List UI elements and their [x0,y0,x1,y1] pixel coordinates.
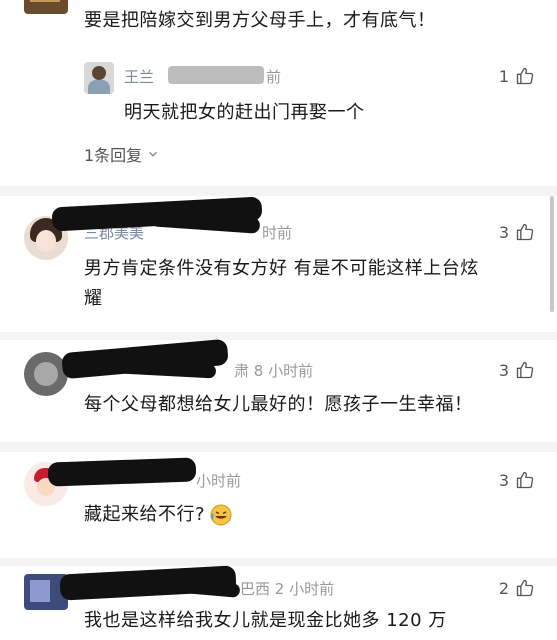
redaction-mark [168,66,264,84]
avatar-art [30,580,50,602]
thumbs-up-icon [516,579,534,597]
comment-time: 巴西 2 小时前 [240,580,335,598]
comment-like-button[interactable]: 2 [499,578,535,598]
avatar-body [88,80,110,94]
view-replies-toggle[interactable]: 1条回复 [84,142,160,166]
like-count: 3 [498,360,509,380]
reply-username[interactable]: 王兰 [124,66,154,87]
comment-like-button[interactable]: 3 [499,470,535,490]
comment-card-top: 要是把陪嫁交到男方父母手上，才有底气！ 王兰 前 1 明天就把女的赶出门再娶一个… [0,0,557,186]
reply-avatar[interactable] [84,62,114,94]
comment-card-1: 三郡美美 时前 3 男方肯定条件没有女方好 有是不可能这样上台炫 耀 [0,196,557,332]
comment-card-3: 小时前 3 藏起来给不行? [0,452,557,558]
avatar-art [34,362,58,386]
laughing-emoji-icon [210,504,232,526]
like-count: 3 [498,470,509,490]
comment-text: 我也是这样给我女儿就是现金比她多 120 万 [84,610,447,631]
avatar-head [92,66,106,80]
like-count: 2 [498,578,509,598]
reply-time: 前 [266,68,282,86]
comment-card-4: 巴西 2 小时前 2 我也是这样给我女儿就是现金比她多 120 万 [0,565,557,640]
thumbs-up-icon [516,223,534,241]
comment-text-line-2: 耀 [84,288,103,309]
chevron-down-icon [149,151,158,157]
commenter-avatar[interactable] [24,0,68,14]
comment-card-2: 肃 8 小时前 3 每个父母都想给女儿最好的！愿孩子一生幸福！ [0,338,557,442]
comment-body: 藏起来给不行? [84,500,233,530]
comment-time: 小时前 [196,472,242,490]
reply-like-button[interactable]: 1 [499,66,535,86]
comment-text: 藏起来给不行? [84,504,206,525]
like-count: 3 [498,222,509,242]
comment-time: 时前 [262,224,293,242]
reply-text: 明天就把女的赶出门再娶一个 [124,102,365,123]
avatar-art [30,0,60,2]
comment-time: 肃 8 小时前 [234,362,314,380]
thumbs-up-icon [516,471,534,489]
thumbs-up-icon [516,67,534,85]
comment-text-line-1: 男方肯定条件没有女方好 有是不可能这样上台炫 [84,258,479,279]
comment-like-button[interactable]: 3 [499,360,535,380]
comment-text: 每个父母都想给女儿最好的！愿孩子一生幸福！ [84,394,473,415]
scrollbar-thumb[interactable] [550,196,554,312]
comment-like-button[interactable]: 3 [499,222,535,242]
thumbs-up-icon [516,361,534,379]
replies-label: 1条回复 [84,146,143,165]
avatar-face [36,230,56,252]
like-count: 1 [498,66,509,86]
comment-text: 要是把陪嫁交到男方父母手上，才有底气！ [84,10,436,31]
redaction-mark [47,457,197,487]
